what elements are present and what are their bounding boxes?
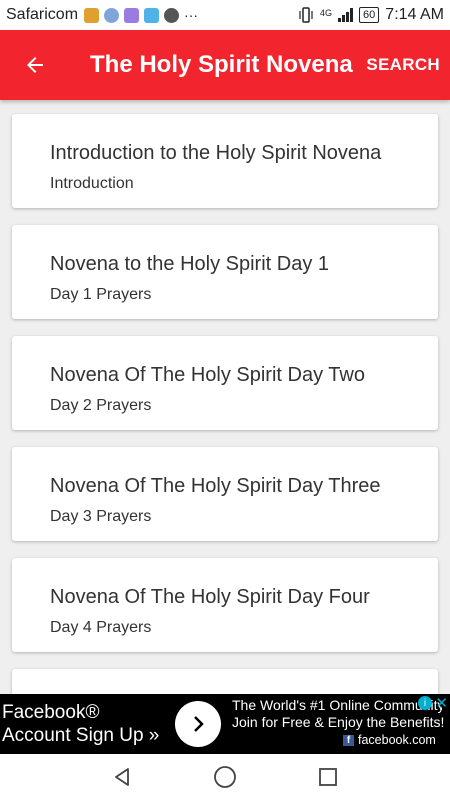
list-item-title: Novena Of The Holy Spirit Day Four: [50, 586, 370, 608]
circle-home-icon: [214, 766, 236, 788]
system-nav-bar: [0, 754, 450, 800]
list-item[interactable]: Novena to the Holy Spirit Day 1 Day 1 Pr…: [12, 225, 438, 319]
page-title: The Holy Spirit Novena: [90, 51, 353, 78]
list-item[interactable]: Introduction to the Holy Spirit Novena I…: [12, 114, 438, 208]
list-item-subtitle: Introduction: [50, 175, 134, 192]
network-type: 4G: [320, 8, 333, 18]
ad-banner[interactable]: Facebook® Account Sign Up » The World's …: [0, 694, 450, 754]
battery-level: 60: [359, 7, 380, 23]
ad-info-icon[interactable]: i: [418, 696, 432, 710]
ad-description: Join for Free & Enjoy the Benefits!: [232, 714, 445, 730]
notification-app-icon: [84, 7, 100, 23]
list-item[interactable]: Novena Of The Holy Spirit Day Three Day …: [12, 447, 438, 541]
ad-headline-line1: Facebook®: [2, 702, 100, 723]
list-item-title: Introduction to the Holy Spirit Novena: [50, 142, 382, 164]
list-item-subtitle: Day 4 Prayers: [50, 619, 152, 636]
notification-gallery-icon: [124, 7, 140, 23]
ad-tagline: The World's #1 Online Community: [232, 697, 442, 713]
list-item-subtitle: Day 1 Prayers: [50, 286, 152, 303]
list-item-title: Novena Of The Holy Spirit Day Three: [50, 475, 381, 497]
ad-open-button[interactable]: [175, 701, 221, 747]
ad-close-icon[interactable]: ✕: [435, 694, 448, 712]
list-item-title: Novena Of The Holy Spirit Day Two: [50, 364, 365, 386]
ad-domain: f facebook.com: [343, 733, 436, 747]
list-item[interactable]: Novena Of The Holy Spirit Day Four Day 4…: [12, 558, 438, 652]
notification-avatar-icon: [164, 7, 180, 23]
nav-home-button[interactable]: [210, 762, 240, 792]
ad-headline-line2: Account Sign Up »: [2, 725, 160, 746]
signal-strength-icon: [338, 8, 354, 22]
triangle-back-icon: [114, 768, 129, 786]
ad-headline[interactable]: Facebook® Account Sign Up »: [2, 701, 159, 747]
nav-recents-button[interactable]: [313, 762, 343, 792]
ad-domain-text: facebook.com: [358, 733, 436, 747]
novena-list[interactable]: Introduction to the Holy Spirit Novena I…: [0, 100, 450, 694]
clock: 7:14 AM: [385, 6, 444, 23]
app-bar: The Holy Spirit Novena SEARCH: [0, 30, 450, 100]
vibrate-icon: [299, 7, 313, 23]
nav-back-button[interactable]: [107, 762, 137, 792]
list-item[interactable]: [12, 669, 438, 694]
list-item[interactable]: Novena Of The Holy Spirit Day Two Day 2 …: [12, 336, 438, 430]
list-item-subtitle: Day 3 Prayers: [50, 508, 152, 525]
carrier-name: Safaricom: [6, 6, 79, 23]
more-notifications-icon: ···: [184, 7, 199, 23]
list-item-title: Novena to the Holy Spirit Day 1: [50, 253, 330, 275]
back-button[interactable]: [0, 30, 70, 100]
search-button[interactable]: SEARCH: [366, 55, 450, 75]
status-bar: Safaricom ··· 4G 60 7:14 AM: [0, 0, 450, 30]
square-recents-icon: [319, 768, 338, 786]
notification-chat-icon: [104, 7, 120, 23]
notification-mail-icon: [144, 7, 160, 23]
chevron-right-icon: [194, 716, 204, 732]
list-item-subtitle: Day 2 Prayers: [50, 397, 152, 414]
facebook-icon: f: [343, 734, 354, 746]
back-arrow-icon: [27, 57, 43, 73]
